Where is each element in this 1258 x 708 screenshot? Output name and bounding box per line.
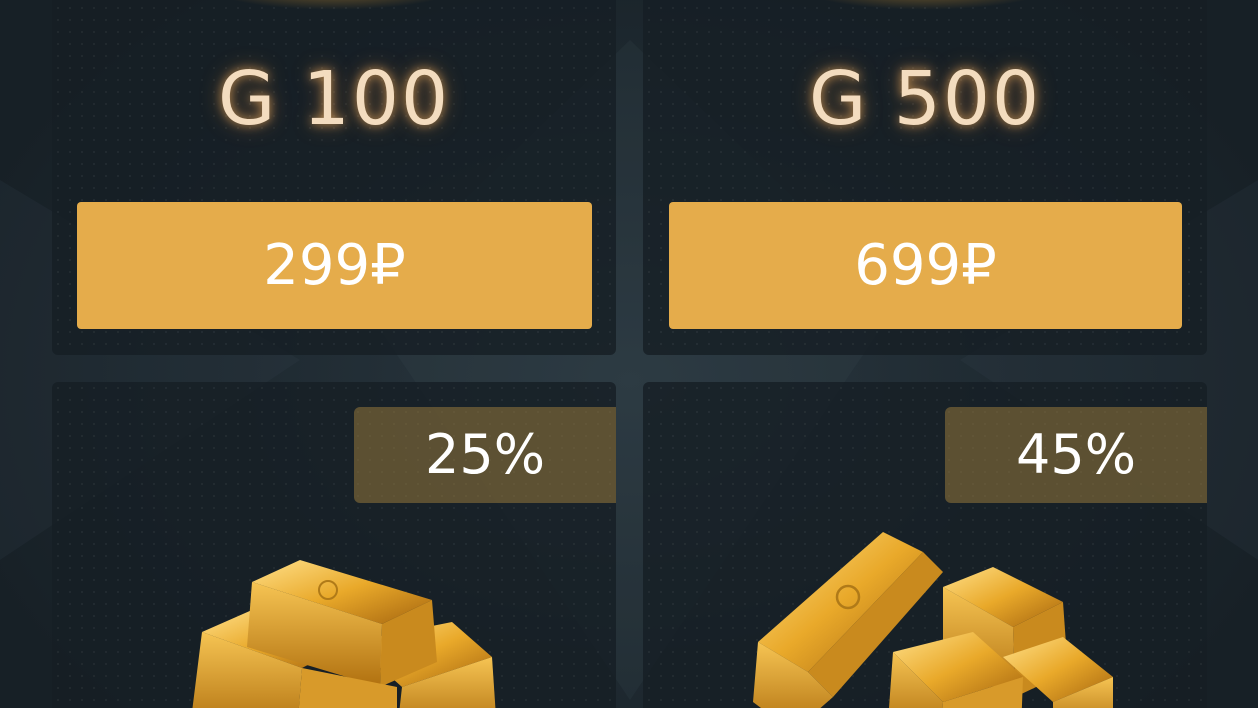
discount-badge: 45% [945, 407, 1207, 503]
discount-badge: 25% [354, 407, 616, 503]
buy-button-100[interactable]: 299₽ [77, 202, 592, 329]
gold-amount: G 500 [808, 56, 1042, 142]
buy-button-500[interactable]: 699₽ [669, 202, 1182, 329]
bonus-pack-card-1[interactable]: 25% [52, 382, 616, 708]
gold-bars-large-icon [753, 532, 1113, 708]
gold-amount: G 100 [217, 56, 451, 142]
gold-pack-card-100[interactable]: G 100 299₽ [52, 0, 616, 355]
pack-glow [204, 0, 464, 10]
pack-glow [795, 0, 1055, 10]
store-screen: G 100 299₽ G 500 699₽ 25% 45% [0, 0, 1258, 708]
gold-pack-card-500[interactable]: G 500 699₽ [643, 0, 1207, 355]
bonus-pack-card-2[interactable]: 45% [643, 382, 1207, 708]
gold-bars-small-icon [192, 560, 496, 708]
